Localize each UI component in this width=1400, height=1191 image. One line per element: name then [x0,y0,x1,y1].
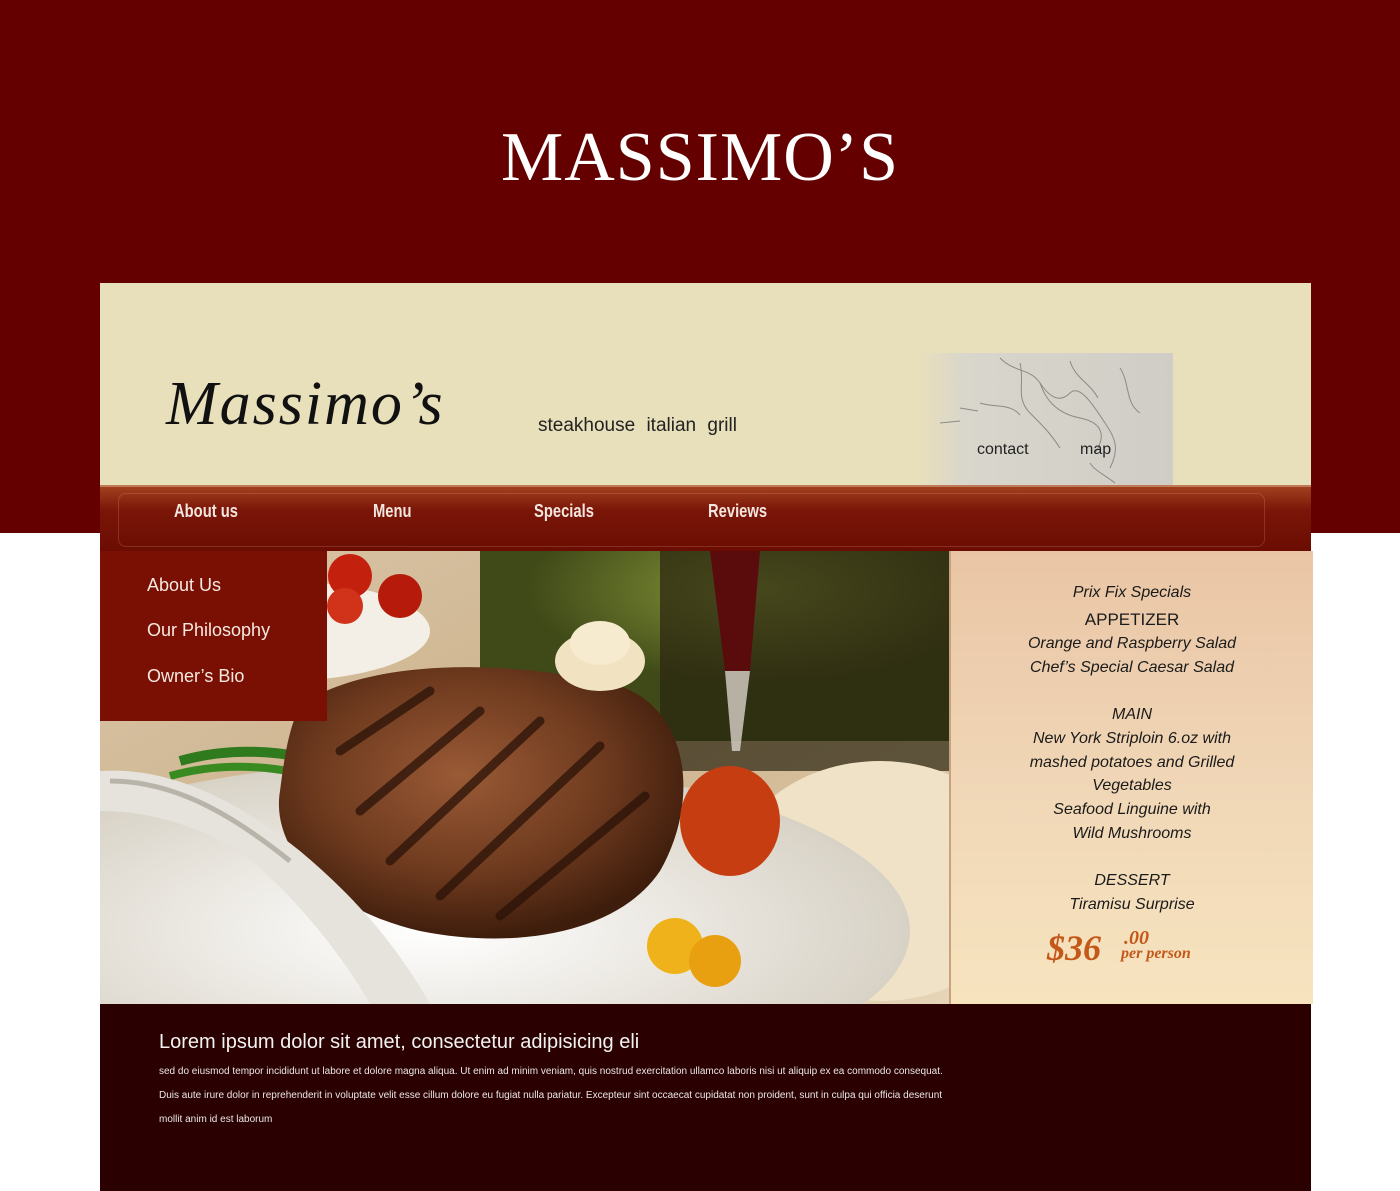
appetizer-title: APPETIZER [1084,610,1180,629]
footer: Lorem ipsum dolor sit amet, consectetur … [100,1004,1311,1191]
map-link[interactable]: map [1080,441,1111,459]
price-tag: $36 .00 per person [1047,927,1191,969]
specials-panel: Prix Fix Specials APPETIZER Orange and R… [949,551,1313,1004]
main-item: Wild Mushrooms [1072,825,1192,842]
specials-heading: Prix Fix Specials [1072,584,1192,601]
nav-bar-frame [118,493,1265,547]
main-item: Vegetables [1092,777,1172,794]
nav-menu[interactable]: Menu [373,501,412,522]
contact-link[interactable]: contact [977,441,1029,459]
dessert-title: DESSERT [1094,872,1170,889]
main-item: mashed potatoes and Grilled [1029,754,1235,771]
appetizer-item: Chef’s Special Caesar Salad [1030,659,1234,676]
site-logo[interactable]: Massimo’s [166,369,445,440]
side-item-our-philosophy[interactable]: Our Philosophy [147,620,270,641]
main-item: New York Striploin 6.oz with [1032,730,1231,747]
nav-reviews[interactable]: Reviews [708,501,767,522]
appetizer-item: Orange and Raspberry Salad [1027,635,1237,652]
side-item-about-us[interactable]: About Us [147,575,221,596]
site-tagline: steakhouse italian grill [538,415,737,436]
site-header: Massimo’s steakhouse italian grill conta… [100,283,1311,485]
map-lines-icon [939,357,1141,484]
price-unit: per person [1121,945,1191,962]
main-nav: About us Menu Specials Reviews [100,485,1311,553]
side-item-owners-bio[interactable]: Owner’s Bio [147,666,244,687]
price-dollars: $36 [1047,928,1101,968]
main-title: MAIN [1112,706,1152,723]
footer-body-text: sed do eiusmod tempor incididunt ut labo… [159,1066,943,1125]
website-mockup: Massimo’s steakhouse italian grill conta… [100,283,1313,1191]
nav-specials[interactable]: Specials [534,501,594,522]
nav-about-us[interactable]: About us [174,501,238,522]
footer-heading: Lorem ipsum dolor sit amet, consectetur … [159,1031,640,1053]
map-graphic: contact map [920,353,1173,485]
dessert-item: Tiramisu Surprise [1069,896,1195,913]
side-menu: About Us Our Philosophy Owner’s Bio [100,551,327,721]
main-item: Seafood Linguine with [1053,801,1211,818]
page-title: MASSIMO’S [501,119,899,196]
